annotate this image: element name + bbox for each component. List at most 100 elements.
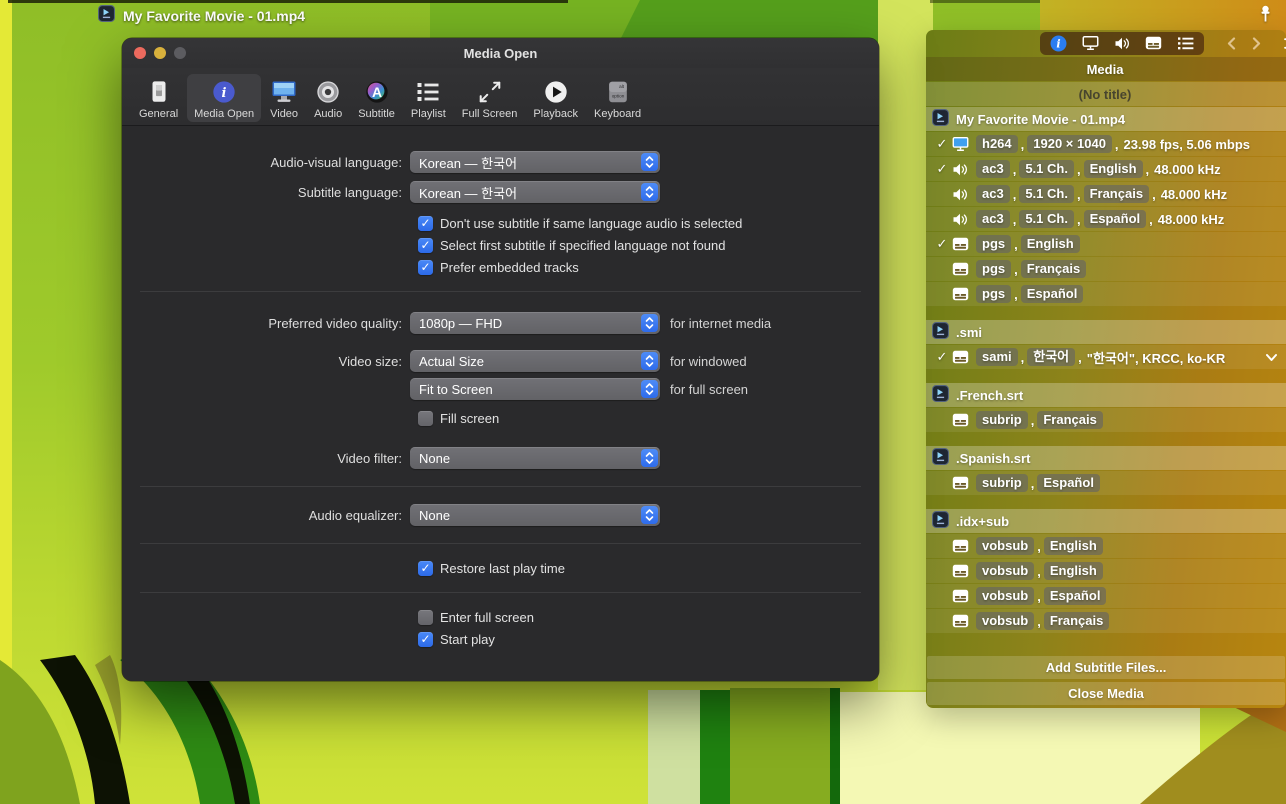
sidebar-tool-subtitle-icon[interactable] bbox=[1145, 36, 1162, 50]
field-label: Subtitle language: bbox=[122, 185, 410, 200]
sidebar-track-row[interactable]: ✓h264,1920 × 1040,23.98 fps, 5.06 mbps bbox=[926, 132, 1286, 156]
track-checkmark: ✓ bbox=[932, 161, 952, 177]
field-label: Audio-visual language: bbox=[122, 155, 410, 170]
fill-screen-checkbox[interactable] bbox=[418, 411, 433, 426]
add-subtitle-files-button[interactable]: Add Subtitle Files... bbox=[927, 656, 1285, 679]
prefs-toolbar: GeneraliMedia OpenVideoAudio A Subtitle Pla… bbox=[122, 68, 879, 126]
track-badge: English bbox=[1021, 235, 1080, 253]
sidebar-file-row[interactable]: My Favorite Movie - 01.mp4 bbox=[926, 107, 1286, 131]
enter-full-screen-checkbox[interactable] bbox=[418, 610, 433, 625]
prefs-titlebar[interactable]: Media Open bbox=[122, 38, 879, 68]
track-badge: Français bbox=[1021, 260, 1086, 278]
track-badge: Français bbox=[1037, 411, 1102, 429]
prefs-tab-playback[interactable]: Playback bbox=[526, 74, 585, 122]
sidebar-file-row[interactable]: .Spanish.srt bbox=[926, 446, 1286, 470]
sidebar-track-row[interactable]: vobsub,Español bbox=[926, 584, 1286, 608]
media-file-icon bbox=[932, 448, 949, 468]
file-name: .Spanish.srt bbox=[956, 451, 1030, 466]
divider bbox=[140, 486, 861, 487]
track-badge: English bbox=[1044, 537, 1103, 555]
prefs-tab-media-open[interactable]: iMedia Open bbox=[187, 74, 261, 122]
video-filter-popup[interactable]: None bbox=[410, 447, 660, 469]
popup-stepper-icon bbox=[641, 449, 658, 467]
prefs-tab-label: Playlist bbox=[411, 108, 446, 120]
av-language-popup[interactable]: Korean — 한국어 bbox=[410, 151, 660, 173]
chevron-down-icon[interactable] bbox=[1265, 353, 1278, 362]
prefs-tab-video[interactable]: Video bbox=[263, 74, 305, 122]
track-badge: ac3 bbox=[976, 210, 1010, 228]
sidebar-track-row[interactable]: subrip,Français bbox=[926, 408, 1286, 432]
sidebar-track-row[interactable]: pgs,Español bbox=[926, 282, 1286, 306]
track-badge: subrip bbox=[976, 474, 1028, 492]
video-quality-popup[interactable]: 1080p — FHD bbox=[410, 312, 660, 334]
subtitle-track-icon bbox=[952, 237, 976, 251]
popup-stepper-icon bbox=[641, 314, 658, 332]
track-badge: Français bbox=[1084, 185, 1149, 203]
prefs-tab-subtitle[interactable]: A Subtitle bbox=[351, 74, 402, 122]
chevron-left-icon[interactable] bbox=[1226, 36, 1237, 51]
select-first-subtitle-checkbox[interactable] bbox=[418, 238, 433, 253]
divider bbox=[140, 592, 861, 593]
prefs-tab-general[interactable]: General bbox=[132, 74, 185, 122]
track-badge: ac3 bbox=[976, 185, 1010, 203]
prefs-tab-label: Playback bbox=[533, 108, 578, 120]
sidebar-track-row[interactable]: vobsub,English bbox=[926, 534, 1286, 558]
track-badge: sami bbox=[976, 348, 1018, 366]
sidebar-tool-speaker-icon[interactable] bbox=[1114, 36, 1130, 51]
sidebar-tool-list-icon[interactable] bbox=[1177, 36, 1194, 51]
sidebar-track-row[interactable]: vobsub,English bbox=[926, 559, 1286, 583]
track-badge: 5.1 Ch. bbox=[1019, 185, 1074, 203]
pin-icon[interactable] bbox=[1257, 5, 1274, 29]
video-size-fullscreen-popup[interactable]: Fit to Screen bbox=[410, 378, 660, 400]
track-checkmark: ✓ bbox=[932, 349, 952, 365]
sidebar-track-row[interactable]: ✓ac3,5.1 Ch.,English,48.000 kHz bbox=[926, 157, 1286, 181]
media-file-icon bbox=[932, 109, 949, 129]
sidebar-track-row[interactable]: ✓pgs,English bbox=[926, 232, 1286, 256]
track-detail-text: 48.000 kHz bbox=[1159, 187, 1228, 202]
media-file-icon bbox=[932, 511, 949, 531]
subtitle-track-icon bbox=[952, 564, 976, 578]
sidebar-file-row[interactable]: .smi bbox=[926, 320, 1286, 344]
prefs-tab-label: Subtitle bbox=[358, 108, 395, 120]
field-label: Audio equalizer: bbox=[122, 508, 410, 523]
video-size-windowed-popup[interactable]: Actual Size bbox=[410, 350, 660, 372]
subtitle-language-popup[interactable]: Korean — 한국어 bbox=[410, 181, 660, 203]
prefs-content: Audio-visual language: Korean — 한국어 Subt… bbox=[122, 126, 879, 650]
sidebar-tool-info-icon[interactable]: i bbox=[1050, 35, 1067, 52]
sidebar-track-row[interactable]: subrip,Español bbox=[926, 471, 1286, 495]
prefer-embedded-checkbox[interactable] bbox=[418, 260, 433, 275]
sidebar-track-row[interactable]: ac3,5.1 Ch.,Español,48.000 kHz bbox=[926, 207, 1286, 231]
sidebar-file-row[interactable]: .French.srt bbox=[926, 383, 1286, 407]
preferences-window: Media Open GeneraliMedia OpenVideoAudioA… bbox=[122, 38, 879, 681]
popup-stepper-icon bbox=[641, 380, 658, 398]
prefs-tab-playlist[interactable]: Playlist bbox=[404, 74, 453, 122]
player-title-overlay: My Favorite Movie - 01.mp4 bbox=[98, 5, 305, 27]
movist-file-icon bbox=[98, 5, 115, 27]
close-media-button[interactable]: Close Media bbox=[927, 682, 1285, 705]
file-name: .idx+sub bbox=[956, 514, 1009, 529]
restore-play-time-checkbox[interactable] bbox=[418, 561, 433, 576]
sidebar-track-row[interactable]: vobsub,Français bbox=[926, 609, 1286, 633]
sidebar-track-row[interactable]: pgs,Français bbox=[926, 257, 1286, 281]
sidebar-track-row[interactable]: ✓sami,한국어,"한국어", KRCC, ko-KR bbox=[926, 345, 1286, 369]
subtitle-track-icon bbox=[952, 589, 976, 603]
prefs-tab-full-screen[interactable]: Full Screen bbox=[455, 74, 525, 122]
dont-use-subtitle-checkbox[interactable] bbox=[418, 216, 433, 231]
track-detail-text: 48.000 kHz bbox=[1152, 162, 1221, 177]
start-play-checkbox[interactable] bbox=[418, 632, 433, 647]
track-badge: subrip bbox=[976, 411, 1028, 429]
audio-equalizer-popup[interactable]: None bbox=[410, 504, 660, 526]
sidebar-track-row[interactable]: ac3,5.1 Ch.,Français,48.000 kHz bbox=[926, 182, 1286, 206]
svg-text:i: i bbox=[1056, 37, 1060, 50]
chevron-right-icon[interactable] bbox=[1251, 36, 1262, 51]
window-title: Media Open bbox=[122, 46, 879, 61]
prefs-tab-audio[interactable]: Audio bbox=[307, 74, 349, 122]
prefs-tab-keyboard[interactable]: altoptionKeyboard bbox=[587, 74, 648, 122]
field-label: Video filter: bbox=[122, 451, 410, 466]
sidebar-tool-display-icon[interactable] bbox=[1082, 35, 1099, 51]
svg-text:A: A bbox=[372, 84, 382, 100]
track-badge: pgs bbox=[976, 260, 1011, 278]
speaker-track-icon bbox=[952, 212, 976, 227]
field-label: Video size: bbox=[122, 354, 410, 369]
sidebar-file-row[interactable]: .idx+sub bbox=[926, 509, 1286, 533]
